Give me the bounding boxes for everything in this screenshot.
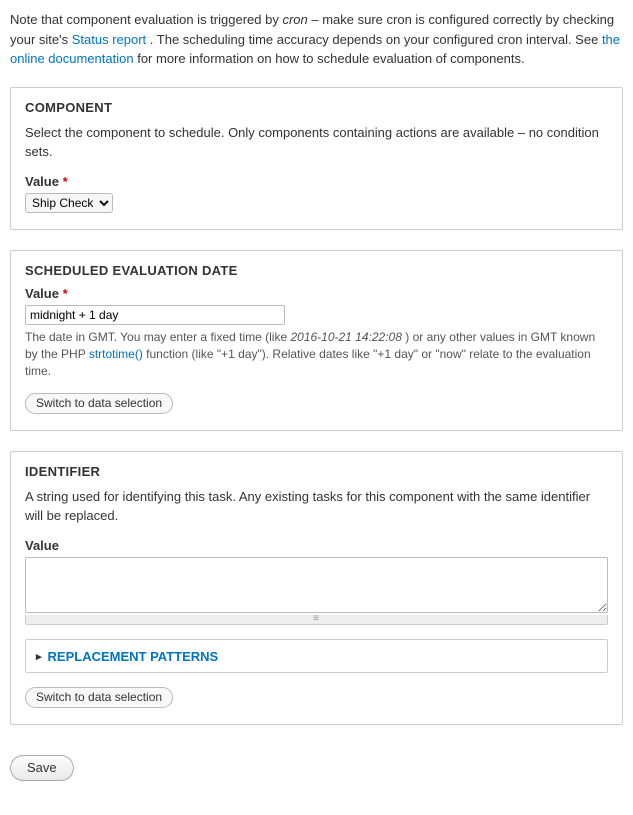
component-description: Select the component to schedule. Only c… [25, 123, 608, 162]
replacement-patterns-label[interactable]: REPLACEMENT PATTERNS [48, 649, 219, 664]
intro-cron-word: cron [282, 12, 307, 27]
switch-to-data-selection-button[interactable]: Switch to data selection [25, 687, 173, 708]
intro-text-3: . The scheduling time accuracy depends o… [150, 32, 602, 47]
component-fieldset: COMPONENT Select the component to schedu… [10, 87, 623, 230]
status-report-link[interactable]: Status report [72, 32, 146, 47]
component-value-label: Value * [25, 174, 608, 189]
scheduled-helptext: The date in GMT. You may enter a fixed t… [25, 329, 608, 381]
scheduled-date-input[interactable] [25, 305, 285, 325]
helptext-example-date: 2016-10-21 14:22:08 [290, 330, 401, 344]
intro-text-4: for more information on how to schedule … [137, 51, 524, 66]
intro-paragraph: Note that component evaluation is trigge… [10, 10, 623, 69]
strtotime-link[interactable]: strtotime() [89, 347, 143, 361]
switch-to-data-selection-button[interactable]: Switch to data selection [25, 393, 173, 414]
caret-right-icon: ▸ [36, 650, 42, 663]
textarea-resize-handle[interactable] [25, 615, 608, 625]
identifier-value-label: Value [25, 538, 608, 553]
identifier-description: A string used for identifying this task.… [25, 487, 608, 526]
identifier-title: IDENTIFIER [25, 464, 608, 479]
scheduled-value-label: Value * [25, 286, 608, 301]
replacement-patterns-panel: ▸ REPLACEMENT PATTERNS [25, 639, 608, 673]
identifier-textarea[interactable] [25, 557, 608, 613]
required-mark: * [63, 174, 68, 189]
replacement-patterns-toggle[interactable]: ▸ REPLACEMENT PATTERNS [36, 649, 218, 664]
scheduled-fieldset: SCHEDULED EVALUATION DATE Value * The da… [10, 250, 623, 431]
required-mark: * [63, 286, 68, 301]
intro-text: Note that component evaluation is trigge… [10, 12, 282, 27]
scheduled-title: SCHEDULED EVALUATION DATE [25, 263, 608, 278]
component-select[interactable]: Ship Check [25, 193, 113, 213]
save-button[interactable]: Save [10, 755, 74, 781]
component-title: COMPONENT [25, 100, 608, 115]
identifier-fieldset: IDENTIFIER A string used for identifying… [10, 451, 623, 725]
